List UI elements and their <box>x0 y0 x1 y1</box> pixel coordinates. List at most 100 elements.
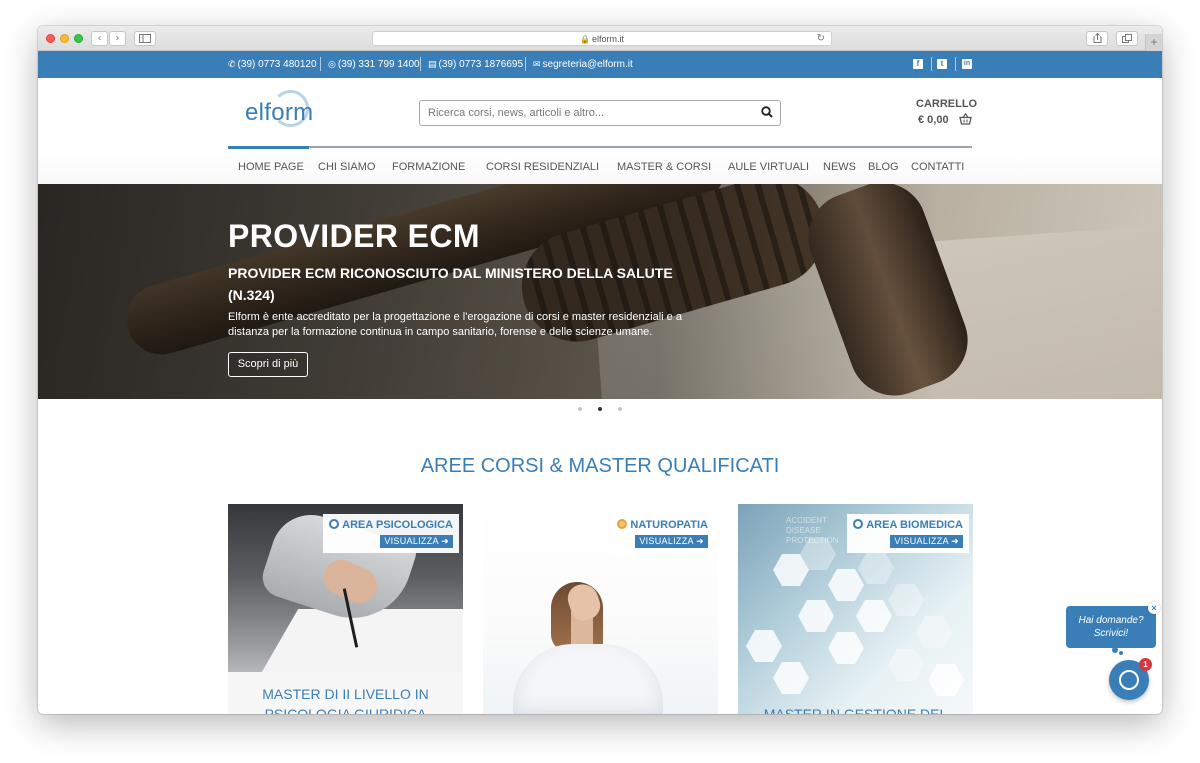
share-button[interactable] <box>1086 31 1108 46</box>
address-bar[interactable]: 🔒 elform.it ↻ <box>372 31 832 46</box>
nav-item-news[interactable]: NEWS <box>823 161 856 173</box>
arrow-right-icon: ➜ <box>441 536 449 546</box>
search-box <box>419 100 781 126</box>
card-badge: AREA PSICOLOGICA VISUALIZZA ➜ <box>323 514 459 553</box>
contact-bar: ✆ (39) 0773 480120 ◎ (39) 331 799 1400 ▤ (3… <box>38 51 1162 78</box>
share-icon <box>1093 32 1101 43</box>
tabs-button[interactable] <box>1116 31 1138 46</box>
new-tab-button[interactable]: + <box>1145 34 1162 51</box>
card-image-hexagon <box>746 630 782 662</box>
hero-slider: PROVIDER ECM PROVIDER ECM RICONOSCIUTO D… <box>38 184 1162 399</box>
nav-item-home[interactable]: HOME PAGE <box>238 161 304 173</box>
chat-prompt-line1: Hai domande? <box>1078 615 1144 626</box>
view-link[interactable]: VISUALIZZA ➜ <box>890 535 963 548</box>
slider-dot-3[interactable] <box>618 407 622 411</box>
browser-toolbar: ‹ › 🔒 elform.it ↻ + <box>38 26 1162 51</box>
slider-dot-1[interactable] <box>578 407 582 411</box>
plus-icon: + <box>1150 35 1158 49</box>
card-image-hexagon <box>773 662 809 694</box>
nav-item-blog[interactable]: BLOG <box>868 161 899 173</box>
chevron-right-icon: › <box>115 33 120 44</box>
nav-item-contatti[interactable]: CONTATTI <box>911 161 964 173</box>
cart-total[interactable]: € 0,00 <box>918 114 949 126</box>
card-badge-label: NATUROPATIA <box>630 519 708 531</box>
tabs-icon <box>1122 34 1132 43</box>
view-link[interactable]: VISUALIZZA ➜ <box>380 535 453 548</box>
linkedin-icon[interactable]: in <box>962 59 972 69</box>
divider <box>320 57 321 71</box>
hero-subtitle: PROVIDER ECM RICONOSCIUTO DAL MINISTERO … <box>228 265 673 303</box>
area-card-psicologica[interactable]: AREA PSICOLOGICA VISUALIZZA ➜ MASTER DI … <box>228 504 463 714</box>
card-image-desk <box>257 609 463 679</box>
chat-icon <box>1119 670 1139 690</box>
view-link[interactable]: VISUALIZZA ➜ <box>635 535 708 548</box>
zoom-window-button[interactable] <box>74 34 83 43</box>
phone-icon: ✆ <box>228 60 236 70</box>
hero-description: Elform è ente accreditato per la progett… <box>228 311 682 338</box>
card-title[interactable]: MASTER IN GESTIONE DEL <box>738 706 973 714</box>
close-icon[interactable]: × <box>1148 602 1160 614</box>
email-text: segreteria@elform.it <box>542 59 633 70</box>
facebook-icon[interactable]: f <box>913 59 923 69</box>
discover-more-button[interactable]: Scopri di più <box>228 352 308 377</box>
contact-phone[interactable]: ✆ (39) 0773 480120 <box>228 59 317 70</box>
address-text: elform.it <box>591 34 624 44</box>
view-link-label: VISUALIZZA <box>894 536 949 546</box>
twitter-icon[interactable]: t <box>937 59 947 69</box>
card-image-hexagon <box>928 664 964 696</box>
cart-label[interactable]: CARRELLO <box>916 98 977 110</box>
elform-mark-icon <box>329 519 340 529</box>
email-icon: ✉ <box>533 60 541 70</box>
card-badge: NATUROPATIA VISUALIZZA ➜ <box>611 514 714 553</box>
area-card-naturopatia[interactable]: NATUROPATIA VISUALIZZA ➜ <box>483 504 718 714</box>
close-window-button[interactable] <box>46 34 55 43</box>
phone-text: (39) 0773 480120 <box>237 59 317 70</box>
chat-prompt[interactable]: Hai domande? Scrivici! <box>1066 606 1156 648</box>
nav-item-formazione[interactable]: FORMAZIONE <box>392 161 465 173</box>
card-image-hexagon <box>888 584 924 616</box>
elform-mark-icon <box>853 519 864 529</box>
area-card-biomedica[interactable]: ACCIDENT DISEASE PROTECTION AREA BIOMEDICA… <box>738 504 973 714</box>
card-image-hexagon <box>828 632 864 664</box>
nav-item-master-corsi[interactable]: MASTER & CORSI <box>617 161 711 173</box>
arrow-right-icon: ➜ <box>951 536 959 546</box>
nav-item-chi-siamo[interactable]: CHI SIAMO <box>318 161 375 173</box>
whatsapp-icon: ◎ <box>328 60 336 70</box>
divider <box>931 57 932 71</box>
chat-prompt-line2: Scrivici! <box>1093 628 1129 639</box>
fax-icon: ▤ <box>428 60 437 70</box>
minimize-window-button[interactable] <box>60 34 69 43</box>
site-header: elform CARRELLO € 0,00 <box>38 78 1162 146</box>
browser-window: ‹ › 🔒 elform.it ↻ + ✆ (39) 0773 480120 ◎ (3… <box>38 26 1162 714</box>
divider <box>525 57 526 71</box>
divider <box>420 57 421 71</box>
card-image-hexagon <box>916 616 952 648</box>
card-title[interactable]: MASTER DI II LIVELLO IN PSICOLOGIA GIURI… <box>228 684 463 714</box>
back-button[interactable]: ‹ <box>91 31 108 46</box>
site-logo[interactable]: elform <box>245 99 313 127</box>
card-badge-label: AREA BIOMEDICA <box>866 519 963 531</box>
search-icon[interactable] <box>761 106 773 118</box>
sidebar-toggle-button[interactable] <box>134 31 156 46</box>
divider <box>955 57 956 71</box>
view-link-label: VISUALIZZA <box>384 536 439 546</box>
chevron-left-icon: ‹ <box>97 33 102 44</box>
basket-icon[interactable] <box>959 113 972 125</box>
sidebar-icon <box>139 34 151 43</box>
contact-whatsapp[interactable]: ◎ (39) 331 799 1400 <box>328 59 420 70</box>
slider-dot-2[interactable] <box>598 407 602 411</box>
nav-item-aule-virtuali[interactable]: AULE VIRTUALI <box>728 161 809 173</box>
forward-button[interactable]: › <box>109 31 126 46</box>
reload-icon[interactable]: ↻ <box>817 32 825 46</box>
arrow-right-icon: ➜ <box>696 536 704 546</box>
card-image-hexagon <box>856 600 892 632</box>
card-image-hexagon <box>798 600 834 632</box>
contact-fax[interactable]: ▤ (39) 0773 1876695 <box>428 59 523 70</box>
card-image-shirt <box>513 644 663 714</box>
search-input[interactable] <box>420 101 750 125</box>
chat-tail-dot <box>1119 651 1123 655</box>
contact-email[interactable]: ✉ segreteria@elform.it <box>533 59 633 70</box>
nav-item-corsi-residenziali[interactable]: CORSI RESIDENZIALI <box>486 161 599 173</box>
view-link-label: VISUALIZZA <box>639 536 694 546</box>
elform-mark-icon <box>617 519 628 529</box>
